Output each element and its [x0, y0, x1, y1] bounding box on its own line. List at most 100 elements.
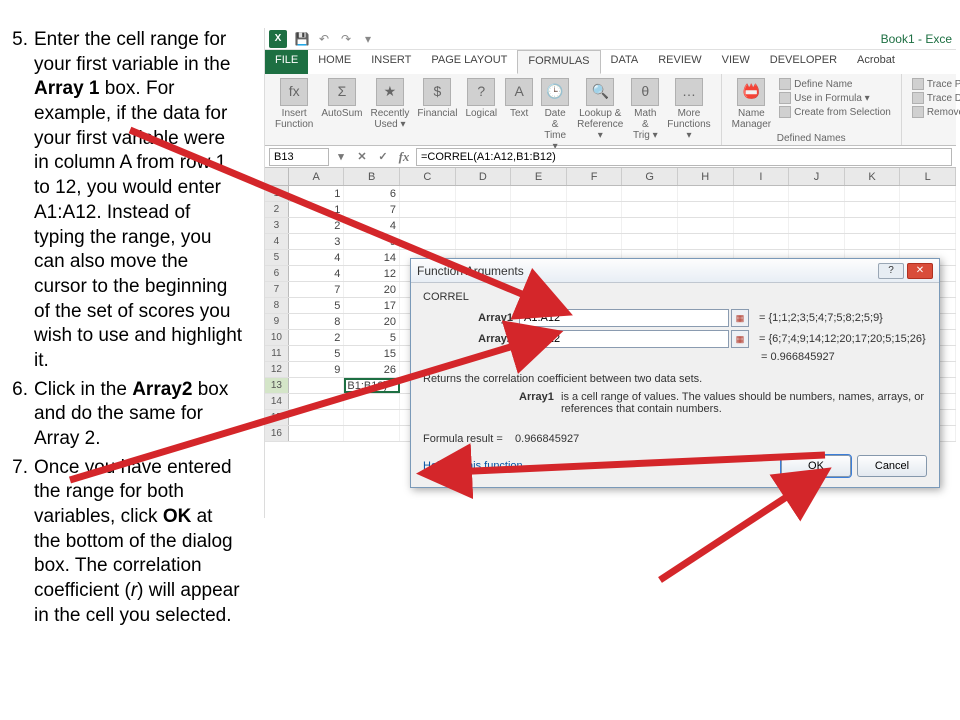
cell[interactable]: [511, 234, 567, 249]
range-picker-icon[interactable]: ▦: [731, 309, 749, 327]
name-box[interactable]: [269, 148, 329, 166]
row-header[interactable]: 6: [265, 266, 289, 281]
autosum-button[interactable]: ΣAutoSum: [317, 76, 366, 154]
cell[interactable]: [622, 234, 678, 249]
help-button[interactable]: ?: [878, 263, 904, 279]
cell[interactable]: [344, 410, 400, 425]
lookup-button[interactable]: 🔍Lookup & Reference ▾: [573, 76, 627, 154]
cell[interactable]: [400, 202, 456, 217]
cell[interactable]: [845, 218, 901, 233]
column-header[interactable]: B: [344, 168, 400, 185]
cell[interactable]: 2: [289, 218, 345, 233]
column-header[interactable]: L: [900, 168, 956, 185]
cell[interactable]: [344, 394, 400, 409]
cell[interactable]: [900, 186, 956, 201]
row-header[interactable]: 9: [265, 314, 289, 329]
cancel-button[interactable]: Cancel: [857, 455, 927, 477]
trace-dependents-button[interactable]: Trace Dep: [912, 92, 960, 104]
row-header[interactable]: 16: [265, 426, 289, 441]
cell[interactable]: 15: [344, 346, 400, 361]
row-header[interactable]: 4: [265, 234, 289, 249]
row-header[interactable]: 5: [265, 250, 289, 265]
redo-icon[interactable]: ↷: [338, 31, 354, 47]
column-header[interactable]: D: [456, 168, 512, 185]
cell[interactable]: 5: [344, 330, 400, 345]
cell[interactable]: 5: [289, 298, 345, 313]
math-trig-button[interactable]: θMath & Trig ▾: [627, 76, 663, 154]
cell[interactable]: [567, 218, 623, 233]
cell[interactable]: 4: [289, 250, 345, 265]
array2-input[interactable]: [519, 330, 729, 348]
column-header[interactable]: G: [622, 168, 678, 185]
range-picker-icon[interactable]: ▦: [731, 330, 749, 348]
text-button[interactable]: AText: [501, 76, 537, 154]
column-header[interactable]: I: [734, 168, 790, 185]
cell[interactable]: [734, 202, 790, 217]
row-header[interactable]: 1: [265, 186, 289, 201]
row-header[interactable]: 10: [265, 330, 289, 345]
cell[interactable]: 7: [289, 282, 345, 297]
cell[interactable]: 20: [344, 282, 400, 297]
create-from-selection-button[interactable]: Create from Selection: [779, 106, 891, 118]
cell[interactable]: [400, 186, 456, 201]
cell[interactable]: [289, 378, 345, 393]
cell[interactable]: [845, 186, 901, 201]
row-header[interactable]: 7: [265, 282, 289, 297]
cell[interactable]: [456, 218, 512, 233]
undo-icon[interactable]: ↶: [316, 31, 332, 47]
cell[interactable]: 20: [344, 314, 400, 329]
column-header[interactable]: C: [400, 168, 456, 185]
cell[interactable]: 3: [289, 234, 345, 249]
cell[interactable]: 5: [289, 346, 345, 361]
cell[interactable]: [344, 426, 400, 441]
cell[interactable]: [622, 202, 678, 217]
column-header[interactable]: J: [789, 168, 845, 185]
cell[interactable]: [400, 218, 456, 233]
cell[interactable]: [511, 218, 567, 233]
cell[interactable]: [511, 202, 567, 217]
cell[interactable]: [456, 234, 512, 249]
cell[interactable]: 9: [289, 362, 345, 377]
cell[interactable]: [289, 410, 345, 425]
cell[interactable]: [734, 218, 790, 233]
more-functions-button[interactable]: …More Functions ▾: [663, 76, 714, 154]
cell[interactable]: [678, 218, 734, 233]
cell[interactable]: [734, 234, 790, 249]
cell[interactable]: [789, 202, 845, 217]
column-header[interactable]: K: [845, 168, 901, 185]
cell[interactable]: [289, 394, 345, 409]
cell[interactable]: [900, 234, 956, 249]
row-header[interactable]: 3: [265, 218, 289, 233]
cell[interactable]: [678, 202, 734, 217]
cell[interactable]: [456, 186, 512, 201]
tab-data[interactable]: DATA: [601, 50, 649, 74]
cell[interactable]: [678, 186, 734, 201]
cell[interactable]: 4: [289, 266, 345, 281]
cell[interactable]: 8: [289, 314, 345, 329]
formula-input[interactable]: [416, 148, 952, 166]
trace-precedents-button[interactable]: Trace Pre: [912, 78, 960, 90]
cell[interactable]: [789, 186, 845, 201]
financial-button[interactable]: $Financial: [413, 76, 461, 154]
cell[interactable]: [289, 426, 345, 441]
save-icon[interactable]: 💾: [294, 31, 310, 47]
column-header[interactable]: A: [289, 168, 345, 185]
cell[interactable]: 14: [344, 250, 400, 265]
tab-page-layout[interactable]: PAGE LAYOUT: [421, 50, 517, 74]
define-name-button[interactable]: Define Name: [779, 78, 891, 90]
cell[interactable]: 2: [289, 330, 345, 345]
tab-review[interactable]: REVIEW: [648, 50, 711, 74]
column-header[interactable]: E: [511, 168, 567, 185]
cell[interactable]: [567, 202, 623, 217]
tab-home[interactable]: HOME: [308, 50, 361, 74]
cell[interactable]: [400, 234, 456, 249]
row-header[interactable]: 8: [265, 298, 289, 313]
accept-formula-icon[interactable]: ✓: [374, 148, 392, 166]
cell[interactable]: [900, 202, 956, 217]
logical-button[interactable]: ?Logical: [461, 76, 501, 154]
row-header[interactable]: 12: [265, 362, 289, 377]
fx-button-icon[interactable]: fx: [395, 148, 413, 166]
column-header[interactable]: H: [678, 168, 734, 185]
row-header[interactable]: 2: [265, 202, 289, 217]
cell[interactable]: 1: [289, 186, 345, 201]
